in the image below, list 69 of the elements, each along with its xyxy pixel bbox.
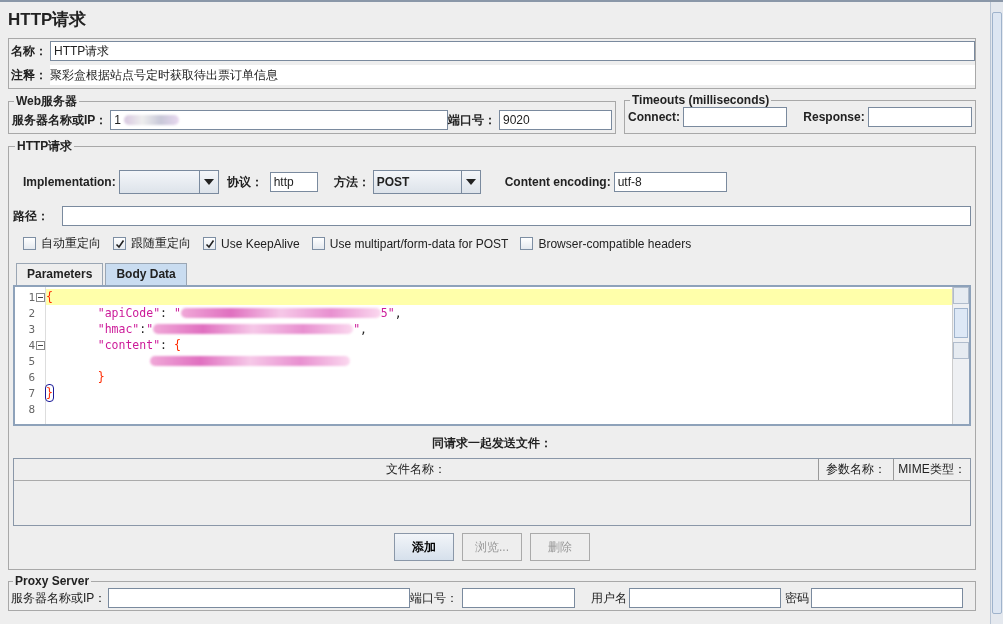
input-field[interactable] — [108, 588, 411, 608]
line-number: 7 — [28, 386, 35, 400]
line-number: 2 — [28, 306, 35, 320]
field-value: 1 — [114, 112, 122, 129]
line-number: 6 — [28, 370, 35, 384]
checkbox[interactable]: Use multipart/form-data for POST — [311, 236, 509, 251]
field-label: Response: — [803, 110, 866, 124]
input-field[interactable] — [62, 206, 971, 226]
input-field[interactable] — [683, 107, 788, 127]
field-label: 名称： — [10, 42, 48, 60]
column-header[interactable]: MIME类型： — [894, 459, 970, 480]
code-line: } — [46, 385, 53, 401]
field-label: 服务器名称或IP： — [12, 111, 109, 129]
field-label: 服务器名称或IP： — [11, 589, 108, 607]
collapse-icon[interactable] — [36, 340, 45, 350]
tab[interactable]: Body Data — [105, 263, 187, 285]
code-line: { — [46, 289, 53, 305]
field-label: 端口号： — [410, 589, 460, 607]
code-editor[interactable]: 1 2 3 4 5 6 7 8 { "apiCode": " 5", "hmac":" ", "content": { } } — [13, 285, 971, 426]
checkmark-icon — [114, 238, 125, 249]
action-button[interactable]: 添加 — [394, 533, 454, 561]
input-field[interactable]: utf-8 — [613, 172, 727, 192]
field-label: 路径： — [13, 207, 50, 225]
field-label: 用户名 — [591, 589, 629, 607]
group-title: Web服务器 — [15, 93, 79, 110]
input-field[interactable] — [867, 107, 972, 127]
input-field[interactable] — [811, 588, 964, 608]
column-header[interactable]: 参数名称： — [819, 459, 894, 480]
column-header[interactable]: 文件名称： — [14, 459, 819, 480]
group-title: HTTP请求 — [16, 138, 74, 155]
scrollbar[interactable] — [952, 287, 969, 424]
tab[interactable]: Parameters — [16, 263, 104, 285]
panel-title: HTTP请求 — [8, 9, 88, 31]
input-field[interactable] — [629, 588, 782, 608]
input-field[interactable]: 9020 — [499, 110, 612, 130]
field-label: Connect: — [628, 110, 681, 124]
group-title: Proxy Server — [14, 574, 91, 588]
group-title: Timeouts (milliseconds) — [631, 93, 771, 107]
code-line: "content": { — [96, 337, 181, 353]
collapse-icon[interactable] — [36, 292, 45, 302]
line-number: 8 — [28, 402, 35, 416]
line-number: 3 — [28, 322, 35, 336]
input-field[interactable] — [462, 588, 576, 608]
input-field[interactable]: HTTP请求 — [50, 41, 975, 61]
field-label: 端口号： — [448, 111, 497, 129]
line-number: 1 — [28, 290, 35, 304]
field-label: 密码 — [785, 589, 811, 607]
checkbox[interactable]: Browser-compatible headers — [520, 236, 692, 251]
checkbox[interactable]: 自动重定向 — [23, 235, 101, 252]
field-label: Content encoding: — [504, 175, 612, 189]
input-field[interactable]: 1 — [110, 110, 448, 130]
implementation-dropdown[interactable] — [118, 170, 219, 194]
field-label: 方法： — [333, 173, 371, 191]
field-label: 注释： — [10, 66, 48, 84]
scrollbar[interactable] — [990, 2, 1003, 624]
comment-field[interactable]: 聚彩盒根据站点号定时获取待出票订单信息 — [50, 65, 975, 85]
checkbox[interactable]: 跟随重定向 — [113, 235, 191, 252]
line-number: 5 — [28, 354, 35, 368]
checkmark-icon — [204, 238, 215, 249]
field-label: 协议： — [226, 173, 264, 191]
code-line: } — [96, 369, 105, 385]
code-line: "apiCode": " 5", — [96, 305, 402, 321]
checkbox[interactable]: Use KeepAlive — [203, 236, 300, 251]
method-dropdown[interactable]: POST — [372, 170, 481, 194]
input-field[interactable]: http — [269, 172, 318, 192]
code-line: "hmac":" ", — [96, 321, 368, 337]
field-label: Implementation: — [23, 175, 117, 189]
line-number: 4 — [28, 338, 35, 352]
section-title: 同请求一起发送文件： — [431, 435, 553, 452]
